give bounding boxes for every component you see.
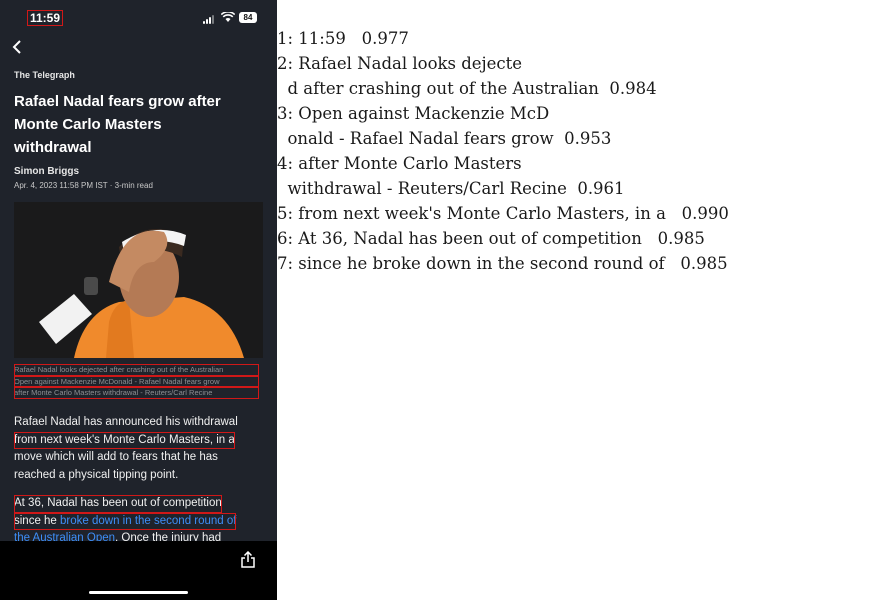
publish-date: Apr. 4, 2023 11:58 PM IST [14,181,108,190]
paragraph-line: reached a physical tipping point. [14,468,179,481]
status-bar: 11:59 84 [0,0,277,36]
author-name: Simon Briggs [14,166,80,177]
ocr-line: 2: Rafael Nadal looks dejecte [277,54,523,73]
headline-line: Monte Carlo Masters [14,116,162,133]
share-button[interactable] [240,550,256,569]
chevron-left-icon [12,40,21,54]
ocr-line: d after crashing out of the Australian 0… [277,79,657,98]
paragraph-line: since he broke down in the second round … [14,512,264,530]
ocr-results-panel: 1: 11:59 0.977 2: Rafael Nadal looks dej… [277,26,877,276]
photo-caption: Rafael Nadal looks dejected after crashi… [14,364,259,399]
battery-icon: 84 [239,12,257,23]
caption-line: after Monte Carlo Masters withdrawal - R… [14,387,259,399]
status-time: 11:59 [26,10,64,26]
paragraph-line: move which will add to fears that he has [14,451,218,463]
ocr-line: withdrawal - Reuters/Carl Recine 0.961 [277,179,625,198]
ocr-line: 3: Open against Mackenzie McD [277,104,550,123]
article-headline: Rafael Nadal fears grow after Monte Carl… [14,90,264,159]
caption-line: Open against Mackenzie McDonald - Rafael… [14,375,259,387]
read-time: 3-min read [114,181,153,190]
paragraph-line: At 36, Nadal has been out of competition [14,495,264,513]
wifi-icon [220,11,236,26]
home-indicator[interactable] [89,591,188,594]
caption-line: Rafael Nadal looks dejected after crashi… [14,364,259,376]
ocr-line: 6: At 36, Nadal has been out of competit… [277,229,705,248]
paragraph-line: Rafael Nadal has announced his withdrawa… [14,416,238,428]
article-paragraph: At 36, Nadal has been out of competition… [14,495,264,548]
australian-open-link[interactable]: broke down in the second round of [60,515,236,527]
back-button[interactable] [12,39,22,57]
cellular-signal-icon [203,14,217,24]
ocr-line: onald - Rafael Nadal fears grow 0.953 [277,129,612,148]
paragraph-line: from next week's Monte Carlo Masters, in… [14,431,264,449]
ocr-line: 7: since he broke down in the second rou… [277,254,728,273]
publisher-name: The Telegraph [14,70,75,80]
article-meta: Apr. 4, 2023 11:58 PM IST · 3-min read [14,181,153,190]
ocr-line: 4: after Monte Carlo Masters [277,154,522,173]
headline-line: Rafael Nadal fears grow after [14,93,221,110]
ocr-line: 5: from next week's Monte Carlo Masters,… [277,204,729,223]
phone-screen: 11:59 84 The Telegraph Rafael Nadal fear… [0,0,277,600]
article-photo [14,202,263,358]
ocr-line: 1: 11:59 0.977 [277,29,409,48]
share-icon [241,550,255,568]
headline-line: withdrawal [14,139,92,156]
article-paragraph: Rafael Nadal has announced his withdrawa… [14,414,264,484]
